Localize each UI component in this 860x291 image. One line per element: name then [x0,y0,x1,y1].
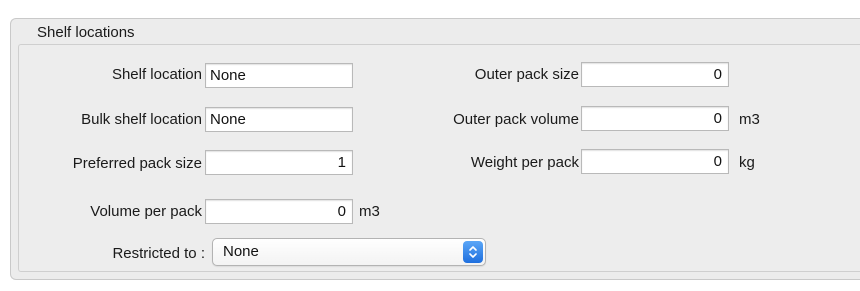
volume-per-pack-field[interactable]: 0 [205,199,353,224]
weight-per-pack-field[interactable]: 0 [581,149,729,174]
updown-chevron-icon [463,241,483,263]
volume-per-pack-label: Volume per pack [90,203,202,220]
outer-pack-size-field[interactable]: 0 [581,62,729,87]
outer-pack-volume-unit: m3 [739,111,760,128]
bulk-shelf-location-label: Bulk shelf location [81,111,202,128]
section-title: Shelf locations [37,24,135,41]
preferred-pack-size-field[interactable]: 1 [205,150,353,175]
weight-per-pack-unit: kg [739,154,755,171]
restricted-to-selected-value: None [223,243,259,260]
shelf-location-label: Shelf location [111,66,202,83]
shelf-locations-canvas: Shelf locations Shelf location None Bulk… [0,0,860,291]
outer-pack-volume-field[interactable]: 0 [581,106,729,131]
restricted-to-select[interactable]: None [212,238,486,266]
outer-pack-volume-label: Outer pack volume [453,111,579,128]
outer-pack-size-label: Outer pack size [474,66,579,83]
weight-per-pack-label: Weight per pack [470,154,579,171]
restricted-to-label: Restricted to : [112,245,205,262]
shelf-location-field[interactable]: None [205,63,353,88]
volume-per-pack-unit: m3 [359,203,380,220]
preferred-pack-size-label: Preferred pack size [72,155,202,172]
bulk-shelf-location-field[interactable]: None [205,107,353,132]
